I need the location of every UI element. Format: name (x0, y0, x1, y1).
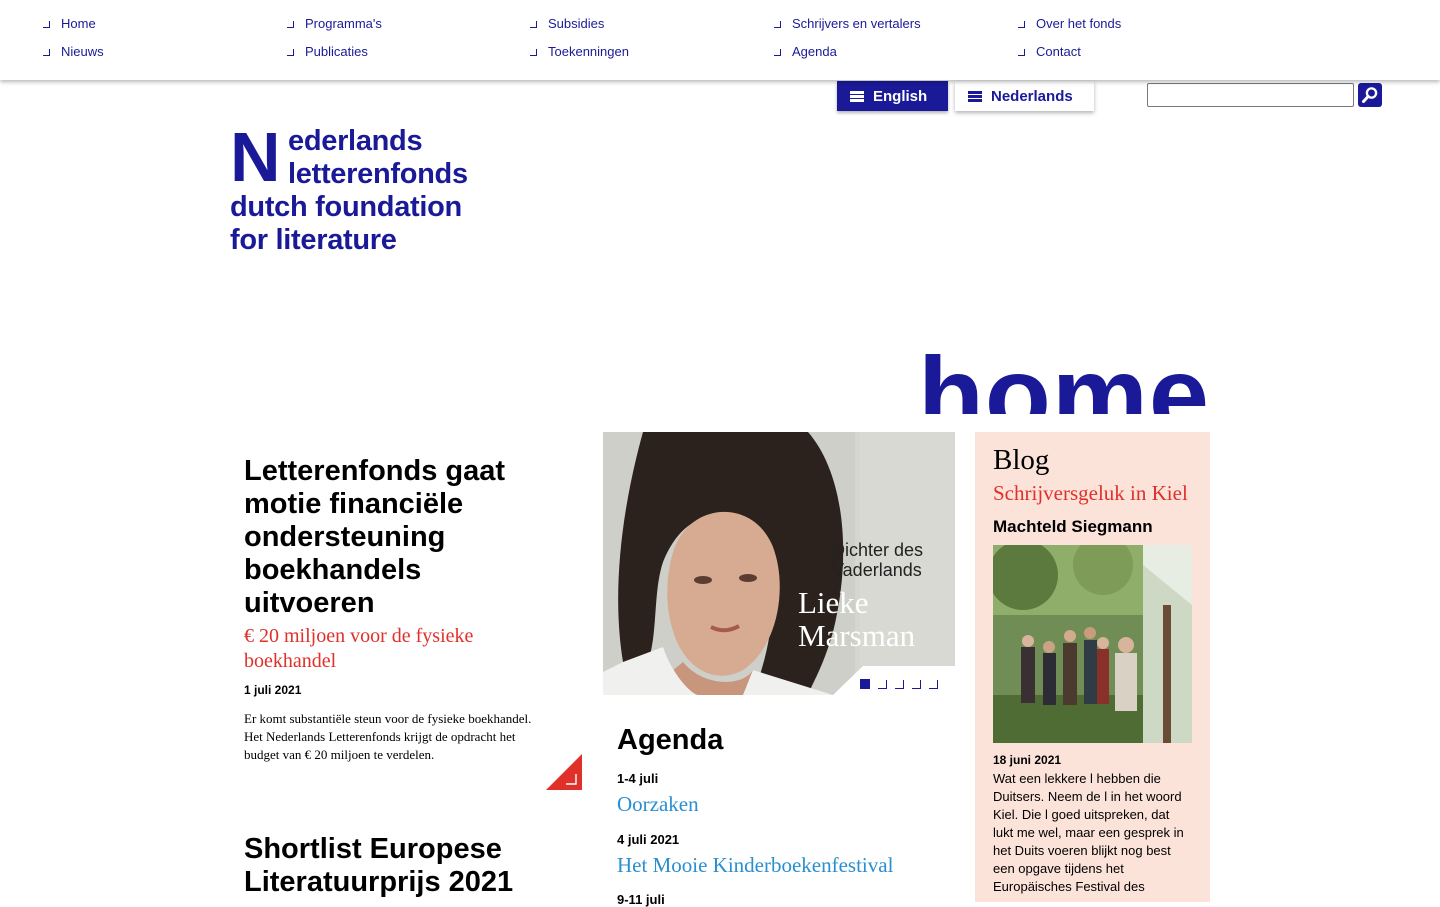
nav-item-agenda[interactable]: Agenda (774, 42, 837, 60)
logo-letter: N (230, 118, 281, 196)
nav-item-label: Publicaties (305, 43, 368, 59)
nav-item-schrijvers[interactable]: Schrijvers en vertalers (774, 14, 921, 32)
nav-bullet-icon (1018, 48, 1025, 56)
agenda-date: 1-4 juli (617, 771, 659, 786)
slider-dot[interactable] (929, 680, 938, 689)
blog-subtitle-link[interactable]: Schrijversgeluk in Kiel (993, 481, 1188, 506)
slider-dot[interactable] (878, 680, 887, 689)
logo-line: for literature (230, 224, 397, 256)
blog-group-photo-image (993, 545, 1192, 743)
blog-date: 18 juni 2021 (993, 753, 1062, 767)
logo-line: dutch foundation (230, 191, 462, 223)
search-input[interactable] (1147, 83, 1354, 107)
language-english-button[interactable]: English (837, 81, 948, 111)
top-navigation: Home Programma's Subsidies Schrijvers en… (0, 0, 1440, 80)
nav-item-home[interactable]: Home (43, 14, 96, 32)
agenda-item-link[interactable]: Het Mooie Kinderboekenfestival (617, 853, 893, 878)
agenda-item-link[interactable]: Oorzaken (617, 792, 699, 817)
menu-icon (968, 90, 982, 102)
agenda-heading: Agenda (617, 724, 724, 756)
nav-bullet-icon (43, 20, 50, 28)
news-title-link[interactable]: Letterenfonds gaat motie financiële onde… (244, 455, 544, 620)
slider-dot[interactable] (895, 680, 904, 689)
nav-bullet-icon (530, 48, 537, 56)
blog-heading: Blog (993, 444, 1050, 476)
nav-item-label: Programma's (305, 15, 382, 31)
nav-item-publicaties[interactable]: Publicaties (287, 42, 368, 60)
nav-item-subsidies[interactable]: Subsidies (530, 14, 604, 32)
nav-item-label: Subsidies (548, 15, 605, 31)
slider-dots (860, 679, 938, 691)
search-button[interactable] (1358, 83, 1382, 107)
nav-bullet-icon (43, 48, 50, 56)
language-label: Nederlands (991, 87, 1073, 105)
news-subtitle: € 20 miljoen voor de fysieke boekhandel (244, 625, 474, 672)
nav-item-label: Toekenningen (548, 43, 629, 59)
nav-bullet-icon (287, 48, 294, 56)
site-logo[interactable]: N ederlands letterenfonds dutch foundati… (230, 118, 510, 260)
news-date: 1 juli 2021 (244, 683, 302, 697)
language-dutch-button[interactable]: Nederlands (955, 81, 1094, 111)
news-title-link[interactable]: Shortlist Europese Literatuurprijs 2021 (244, 833, 564, 899)
nav-item-label: Over het fonds (1036, 15, 1122, 31)
nav-item-label: Nieuws (61, 43, 104, 59)
read-more-corner-icon[interactable] (546, 754, 582, 790)
nav-bullet-icon (530, 20, 537, 28)
slider-dot[interactable] (912, 680, 921, 689)
nav-item-toekenningen[interactable]: Toekenningen (530, 42, 629, 60)
logo-line: letterenfonds (288, 158, 468, 190)
nav-item-over-het-fonds[interactable]: Over het fonds (1018, 14, 1121, 32)
nav-bullet-icon (774, 20, 781, 28)
nav-item-label: Schrijvers en vertalers (792, 15, 921, 31)
nav-item-label: Agenda (792, 43, 837, 59)
page-title: home (917, 334, 1210, 414)
language-label: English (873, 87, 928, 105)
nav-item-label: Home (61, 15, 96, 31)
menu-icon (850, 90, 864, 102)
agenda-date: 4 juli 2021 (617, 832, 680, 847)
nav-bullet-icon (287, 20, 294, 28)
blog-author: Machteld Siegmann (993, 517, 1153, 536)
blog-photo[interactable] (993, 545, 1192, 743)
feature-caption-small: Dichter des Vaderlands (832, 540, 924, 580)
logo-line: ederlands (288, 125, 423, 157)
nav-bullet-icon (1018, 20, 1025, 28)
blog-text: Wat een lekkere l hebben die Duitsers. N… (993, 771, 1184, 894)
nav-item-programmas[interactable]: Programma's (287, 14, 382, 32)
search-icon (1362, 87, 1378, 103)
nav-bullet-icon (774, 48, 781, 56)
nav-item-label: Contact (1036, 43, 1081, 59)
feature-caption-name: Lieke Marsman (798, 585, 916, 653)
slider-dot-active[interactable] (860, 679, 870, 689)
nav-item-nieuws[interactable]: Nieuws (43, 42, 104, 60)
nav-item-contact[interactable]: Contact (1018, 42, 1081, 60)
news-text: Er komt substantiële steun voor de fysie… (244, 711, 532, 762)
